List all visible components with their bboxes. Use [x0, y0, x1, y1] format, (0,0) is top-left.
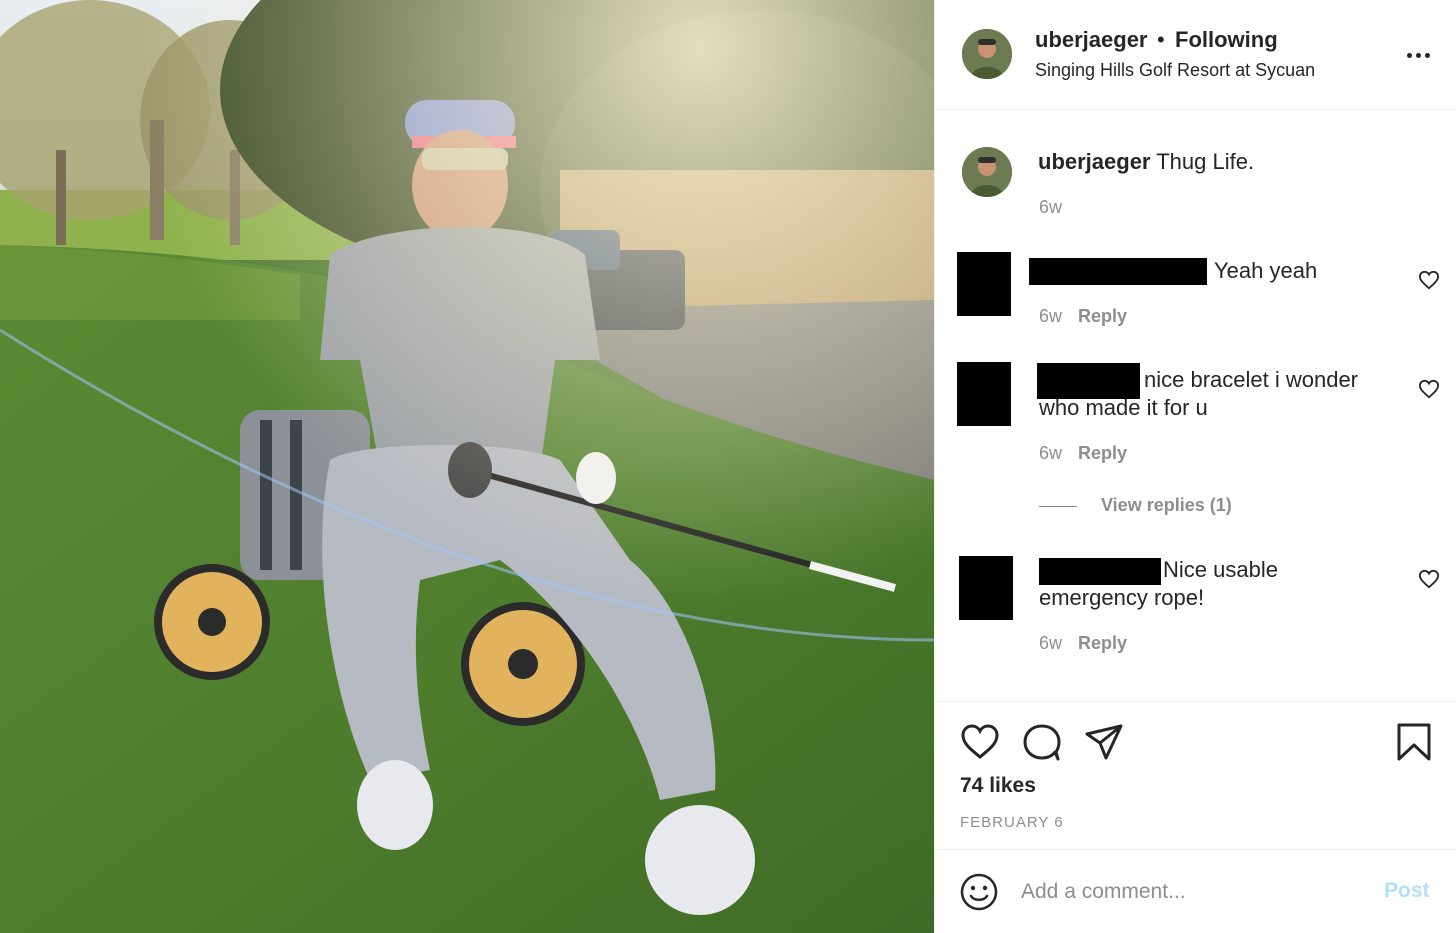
heart-icon[interactable] — [1418, 379, 1440, 399]
caption-text: uberjaeger Thug Life. — [1038, 149, 1254, 175]
replies-divider — [1039, 505, 1077, 507]
reply-button[interactable]: Reply — [1078, 443, 1127, 463]
comment-icon[interactable] — [1021, 722, 1063, 762]
comment-text: nice bracelet i wonder who made it for u — [1039, 367, 1359, 420]
author-avatar[interactable] — [962, 29, 1012, 79]
caption-time: 6w — [1039, 197, 1063, 217]
share-icon[interactable] — [1083, 722, 1125, 762]
heart-icon[interactable] — [1418, 270, 1440, 290]
post-button[interactable]: Post — [1384, 879, 1430, 903]
post-date: FEBRUARY 6 — [960, 814, 1064, 831]
caption-avatar[interactable] — [962, 147, 1012, 197]
comment-meta: 6w Reply — [1039, 443, 1127, 464]
comment-composer: Post — [935, 849, 1456, 933]
post-side-panel: uberjaeger • Following Singing Hills Gol… — [934, 0, 1456, 933]
heart-icon[interactable] — [1418, 569, 1440, 589]
comment-meta: 6w Reply — [1039, 306, 1127, 327]
bookmark-icon[interactable] — [1393, 722, 1435, 762]
redacted-username — [1029, 258, 1207, 285]
comments-list[interactable]: uberjaeger Thug Life. 6w Yeah yeah 6w Rep… — [935, 111, 1456, 701]
comment-meta: 6w Reply — [1039, 633, 1127, 654]
location-link[interactable]: Singing Hills Golf Resort at Sycuan — [1035, 60, 1315, 81]
likes-count[interactable]: 74 likes — [960, 774, 1036, 798]
ellipsis-icon[interactable] — [1407, 45, 1435, 65]
reply-button[interactable]: Reply — [1078, 633, 1127, 653]
avatar-image — [962, 147, 1012, 197]
post-actions: 74 likes FEBRUARY 6 — [935, 701, 1456, 849]
golfer-photo-image — [0, 0, 934, 933]
author-username-link[interactable]: uberjaeger — [1035, 27, 1148, 53]
comment-time: 6w — [1039, 443, 1063, 463]
view-replies-label: View replies (1) — [1101, 495, 1232, 515]
reply-button[interactable]: Reply — [1078, 306, 1127, 326]
post-photo[interactable] — [0, 0, 934, 933]
caption-username[interactable]: uberjaeger — [1038, 149, 1151, 174]
separator-dot: • — [1157, 27, 1165, 52]
avatar-image — [962, 29, 1012, 79]
post-header: uberjaeger • Following Singing Hills Gol… — [935, 0, 1456, 110]
caption-body: Thug Life. — [1156, 149, 1255, 174]
comment-text: Nice usable emergency rope! — [1039, 557, 1278, 610]
redacted-avatar — [957, 252, 1011, 316]
smile-icon[interactable] — [959, 872, 999, 912]
comment-time: 6w — [1039, 306, 1063, 326]
following-button[interactable]: Following — [1175, 27, 1278, 53]
comment-text: Yeah yeah — [1214, 258, 1318, 283]
heart-icon[interactable] — [959, 722, 1001, 762]
comment-time: 6w — [1039, 633, 1063, 653]
comment-input[interactable] — [1021, 876, 1361, 908]
redacted-avatar — [957, 362, 1011, 426]
view-replies-button[interactable]: View replies (1) — [1039, 495, 1232, 516]
redacted-avatar — [959, 556, 1013, 620]
